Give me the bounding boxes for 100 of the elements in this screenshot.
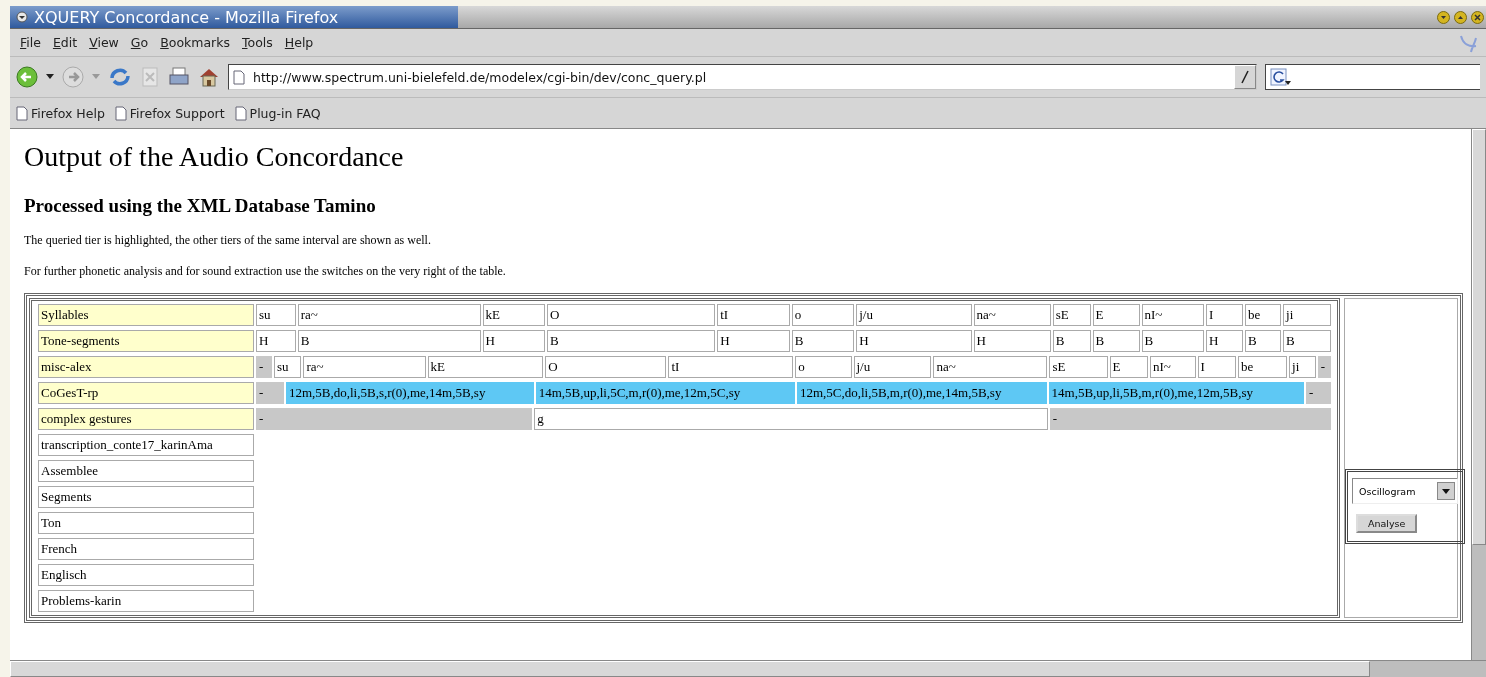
gap-cell: - [256,356,272,378]
table-cell: j/u [856,304,972,326]
paragraph: For further phonetic analysis and for sound extraction use the switches on the very right of the table. [24,264,507,279]
table-cell: o [791,304,855,326]
analyse-button[interactable]: Analyse [1356,514,1418,533]
table-cell: ra~ [303,356,426,378]
tier-label: transcription_conte17_karinAma [38,434,254,456]
table-cell: j/u [853,356,932,378]
tier-label: Assemblee [38,460,254,482]
table-cell: tI [717,304,790,326]
menu-item[interactable]: Help [280,33,322,52]
table-cell: H [482,330,545,352]
menu-item[interactable]: Edit [48,33,86,52]
table-cell: ji [1289,356,1316,378]
page-subheading: Processed using the XML Database Tamino [24,195,377,217]
search-engine-icon[interactable] [1270,68,1292,86]
tier-label: misc-alex [38,356,254,378]
table-cell: I [1197,356,1236,378]
maximize-icon[interactable] [1454,10,1467,24]
table-cell: be [1245,304,1282,326]
window-title: XQUERY Concordance - Mozilla Firefox [34,7,339,27]
table-cell: O [547,304,716,326]
table-cell: H [973,330,1051,352]
back-icon[interactable] [16,66,38,88]
close-icon[interactable] [1471,10,1484,24]
table-cell: B [547,330,716,352]
table-cell: na~ [933,356,1048,378]
menu-item[interactable]: File [16,33,49,52]
table-cell: B [297,330,481,352]
table-cell: o [795,356,852,378]
table-cell: be [1237,356,1288,378]
page-heading: Output of the Audio Concordance [24,141,405,173]
search-field[interactable] [1265,64,1480,90]
table-cell: H [1206,330,1243,352]
table-cell: H [256,330,296,352]
page-icon [234,105,247,121]
gap-cell: - [256,408,533,430]
home-icon[interactable] [198,66,220,88]
tier-label: Ton [38,512,254,534]
table-cell: kE [482,304,545,326]
table-cell: kE [427,356,544,378]
address-field[interactable]: http://www.spectrum.uni-bielefeld.de/modelex/cgi-bin/dev/conc_query.pl [228,64,1257,90]
table-cell: nI~ [1149,356,1196,378]
table-cell: B [1283,330,1331,352]
menu-item[interactable]: Go [126,33,157,52]
go-button[interactable] [1234,65,1256,89]
menu-item[interactable]: Tools [238,33,281,52]
highlighted-cell: 14m,5B,up,li,5B,m,r(0),me,12m,5B,sy [1048,382,1304,404]
table-cell: B [791,330,855,352]
page-icon [233,69,245,85]
menu-item[interactable]: View [85,33,127,52]
minimize-icon[interactable] [1437,10,1450,24]
tier-label: Problems-karin [38,590,254,612]
tier-label: CoGesT-rp [38,382,254,404]
table-cell: I [1206,304,1243,326]
table-cell: B [1245,330,1282,352]
table-cell: ji [1283,304,1331,326]
table-cell: H [856,330,972,352]
table-cell: sE [1049,356,1108,378]
highlighted-cell: 12m,5C,do,li,5B,m,r(0),me,14m,5B,sy [796,382,1047,404]
bookmark-link[interactable]: Firefox Help [16,105,105,121]
table-cell: B [1092,330,1140,352]
table-cell: tI [668,356,794,378]
tier-label: French [38,538,254,560]
highlighted-cell: 12m,5B,do,li,5B,s,r(0),me,14m,5B,sy [285,382,534,404]
print-icon[interactable] [168,66,190,88]
gap-cell: - [1317,356,1331,378]
tier-label: complex gestures [38,408,254,430]
reload-icon[interactable] [108,66,132,88]
table-cell: B [1052,330,1091,352]
page-icon [114,105,127,121]
view-select[interactable]: Oscillogram [1352,478,1458,504]
bookmark-link[interactable]: Firefox Support [114,105,225,121]
vertical-scrollbar[interactable] [1471,129,1486,660]
menu-item[interactable]: Bookmarks [156,33,238,52]
horizontal-scrollbar[interactable] [10,660,1486,677]
tier-label: Syllables [38,304,254,326]
table-cell: H [717,330,790,352]
table-cell: ra~ [297,304,481,326]
caret-icon [1442,488,1450,494]
page-icon [16,105,28,121]
table-cell: su [273,356,302,378]
table-cell: B [1141,330,1205,352]
gap-cell: - [1305,382,1331,404]
table-cell: nI~ [1141,304,1205,326]
tier-label: Tone-segments [38,330,254,352]
bookmark-link[interactable]: Plug-in FAQ [234,105,321,121]
table-cell: E [1092,304,1140,326]
table-cell: sE [1052,304,1091,326]
paragraph: The queried tier is highlighted, the other tiers of the same interval are shown as well. [24,233,432,248]
table-cell: su [256,304,296,326]
gap-cell: - [1049,408,1331,430]
gap-cell: - [256,382,284,404]
highlighted-cell: 14m,5B,up,li,5C,m,r(0),me,12m,5C,sy [535,382,795,404]
table-cell: na~ [973,304,1051,326]
caret-icon[interactable] [46,74,54,80]
tier-label: Segments [38,486,254,508]
slash-icon [1241,70,1249,84]
tier-label: Englisch [38,564,254,586]
window-menu-icon[interactable] [16,11,28,23]
